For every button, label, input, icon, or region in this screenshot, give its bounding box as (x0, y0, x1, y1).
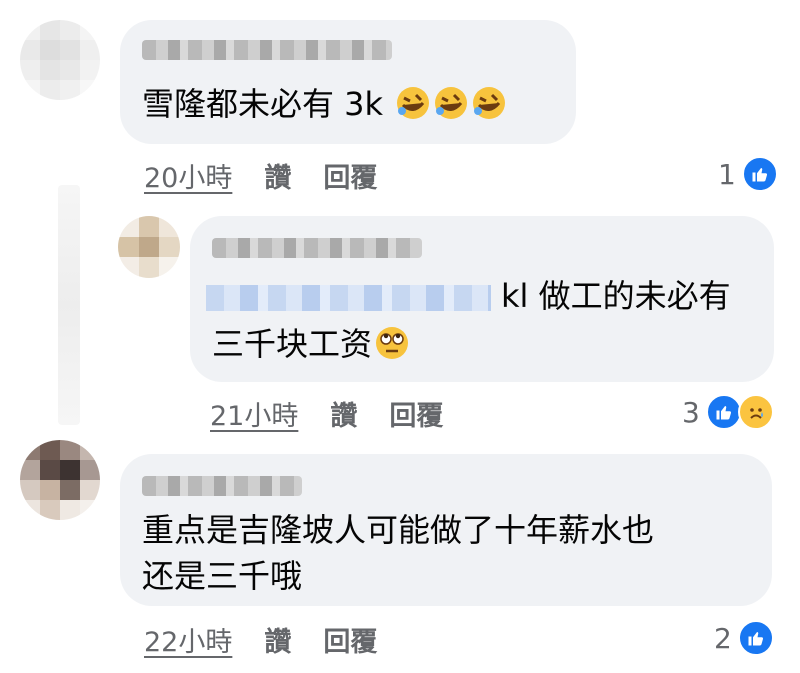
reply-action-button[interactable]: 回覆 (389, 401, 443, 432)
comment-text: 重点是吉隆坡人可能做了十年薪水也 (142, 506, 654, 554)
avatar[interactable] (118, 216, 180, 278)
reply-action-button[interactable]: 回覆 (323, 627, 377, 658)
rolling-on-floor-laughing-emoji-icon (397, 87, 430, 119)
reaction-count: 1 (718, 157, 736, 191)
like-reaction-icon (741, 156, 778, 192)
commenter-name-redacted[interactable] (212, 238, 422, 258)
comment-text: 还是三千哦 (142, 552, 302, 600)
thread-connector-line (58, 185, 80, 425)
comment-timestamp[interactable]: 20小時 (144, 163, 232, 194)
reaction-summary[interactable]: 2 (714, 620, 774, 656)
comment-meta-row: 20小時 讚 回覆 (144, 156, 377, 195)
rolling-on-floor-laughing-emoji-icon (435, 87, 468, 119)
comment-text-line-2: 三千块工资 (212, 325, 373, 363)
comment-text: 雪隆都未必有 3k (142, 80, 507, 128)
reaction-count: 2 (714, 621, 732, 655)
sad-reaction-icon (737, 394, 774, 430)
avatar[interactable] (20, 440, 100, 520)
comment-text-content: 雪隆都未必有 3k (142, 85, 384, 123)
reaction-summary[interactable]: 3 (682, 394, 774, 430)
comment-bubble: kl 做工的未必有 三千块工资 (190, 216, 774, 382)
reply-action-button[interactable]: 回覆 (323, 163, 377, 194)
mentioned-user-redacted[interactable] (206, 285, 491, 311)
commenter-name-redacted[interactable] (142, 476, 302, 496)
like-action-button[interactable]: 讚 (264, 627, 291, 658)
reaction-count: 3 (682, 395, 700, 429)
comment-text: kl 做工的未必有 (206, 272, 731, 320)
like-reaction-icon (705, 394, 742, 430)
comment-text-line-2: 还是三千哦 (142, 557, 303, 595)
commenter-name-redacted[interactable] (142, 40, 392, 60)
like-action-button[interactable]: 讚 (330, 401, 357, 432)
comment-bubble: 重点是吉隆坡人可能做了十年薪水也 还是三千哦 (120, 454, 772, 606)
comment-meta-row: 21小時 讚 回覆 (210, 394, 443, 433)
rolling-on-floor-laughing-emoji-icon (473, 87, 506, 119)
comment-text: 三千块工资 (212, 320, 410, 368)
comment-timestamp[interactable]: 21小時 (210, 401, 298, 432)
comment-meta-row: 22小時 讚 回覆 (144, 620, 377, 659)
reaction-summary[interactable]: 1 (718, 156, 778, 192)
face-with-rolling-eyes-emoji-icon (376, 327, 409, 359)
avatar[interactable] (20, 20, 100, 100)
comment-bubble: 雪隆都未必有 3k (120, 20, 576, 144)
comment-timestamp[interactable]: 22小時 (144, 627, 232, 658)
comment-text-line-1: kl 做工的未必有 (501, 277, 731, 315)
like-reaction-icon (737, 620, 774, 656)
like-action-button[interactable]: 讚 (264, 163, 291, 194)
comment-text-line-1: 重点是吉隆坡人可能做了十年薪水也 (142, 511, 655, 549)
